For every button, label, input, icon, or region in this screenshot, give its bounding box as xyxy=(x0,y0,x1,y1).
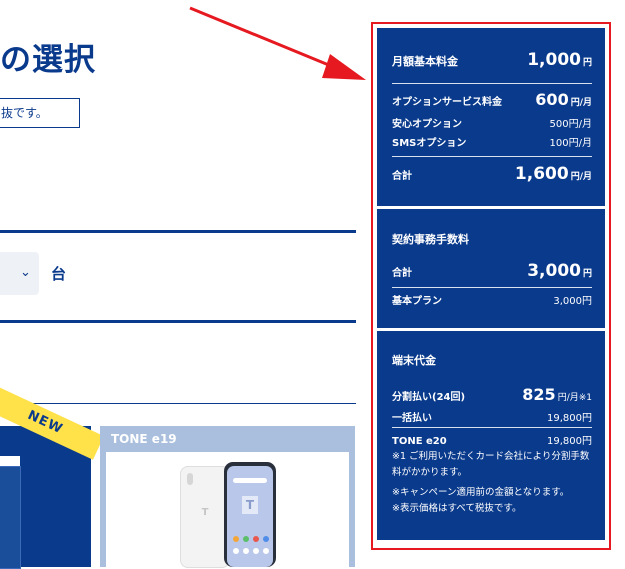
monthly-fee-value: 1,000 xyxy=(527,50,581,70)
contract-fee-title: 契約事務手数料 xyxy=(392,233,469,246)
device-fee-title: 端末代金 xyxy=(392,354,436,367)
option-item-value: 500円/月 xyxy=(549,119,592,130)
options-fee-label: オプションサービス料金 xyxy=(392,97,502,108)
option-item-value: 100円/月 xyxy=(549,138,592,149)
tax-note: ※表示価格はすべて税抜です。 xyxy=(392,503,522,514)
monthly-fee-label: 月額基本料金 xyxy=(392,55,458,68)
option-item-label: SMSオプション xyxy=(392,138,467,149)
lump-sum-value: 19,800円 xyxy=(547,413,592,424)
basic-plan-value: 3,000円 xyxy=(553,296,592,307)
contract-total-label: 合計 xyxy=(392,268,412,279)
lump-sum-label: 一括払い xyxy=(392,413,432,424)
installment-note: ※1 ご利用いただくカード会社により分割手数料がかかります。 xyxy=(392,451,590,478)
options-fee-value: 600 xyxy=(535,90,569,109)
device-fee-panel: 端末代金 分割払い(24回) 825 円/月※1 一括払い 19,800円 TON… xyxy=(377,331,605,540)
campaign-note: ※キャンペーン適用前の金額となります。 xyxy=(392,487,570,498)
installment-value: 825 xyxy=(522,385,556,404)
contract-total-value: 3,000 xyxy=(527,261,581,281)
device-model-label: TONE e20 xyxy=(392,436,447,447)
installment-label: 分割払い(24回) xyxy=(392,392,466,403)
basic-plan-label: 基本プラン xyxy=(392,296,442,307)
option-item-label: 安心オプション xyxy=(392,119,462,130)
monthly-total-value: 1,600 xyxy=(514,164,569,184)
contract-fee-panel: 契約事務手数料 合計 3,000 円 基本プラン 3,000円 xyxy=(377,209,605,328)
device-model-value: 19,800円 xyxy=(547,436,592,447)
monthly-fee-panel: 月額基本料金 1,000 円 オプションサービス料金 600 円/月 安心オプション… xyxy=(377,28,605,206)
monthly-total-label: 合計 xyxy=(392,171,412,182)
